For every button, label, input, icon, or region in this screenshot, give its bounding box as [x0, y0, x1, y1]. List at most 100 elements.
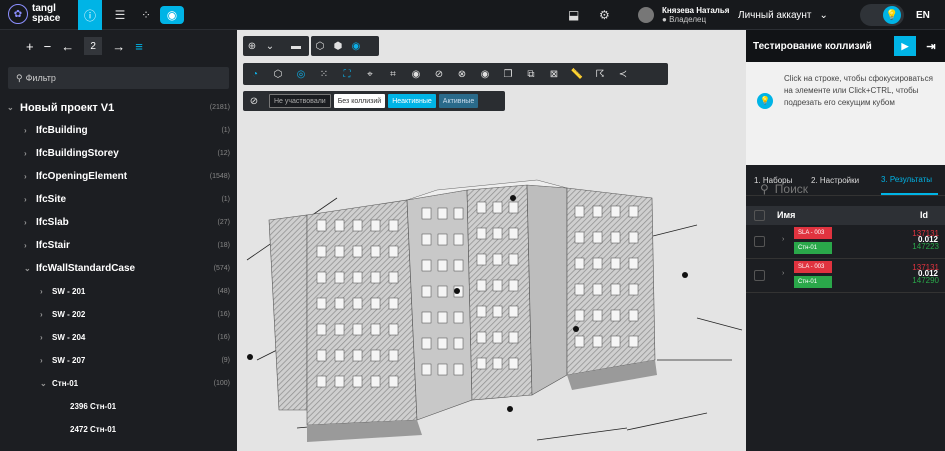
chevron-right-icon[interactable]: ›: [40, 333, 43, 342]
result-row[interactable]: › SLA - 003 Стн-01 137131 0.012 147223: [746, 225, 945, 259]
tree-item[interactable]: › IfcOpeningElement (1548): [0, 165, 237, 188]
play-button[interactable]: ▶: [894, 36, 916, 56]
ruler-icon[interactable]: 📏: [568, 65, 586, 83]
tab-settings[interactable]: 2. Настройки: [811, 165, 859, 195]
collision-view-icon[interactable]: ◉: [347, 37, 365, 55]
tree-item[interactable]: 2396 Стн-01: [0, 395, 237, 418]
chevron-right-icon[interactable]: ›: [24, 126, 27, 135]
tree-item[interactable]: ⌄ Стн-01 (100): [0, 372, 237, 395]
plus-icon[interactable]: +: [26, 39, 34, 54]
tree-item[interactable]: › IfcBuildingStorey (12): [0, 142, 237, 165]
gear-icon[interactable]: ⚙: [599, 0, 610, 30]
filter-input[interactable]: ⚲ Фильтр: [8, 67, 229, 89]
level-number[interactable]: 2: [84, 37, 103, 55]
model-window: [316, 219, 327, 232]
model-window: [352, 349, 363, 362]
row-checkbox[interactable]: [754, 236, 765, 247]
chevron-down-icon[interactable]: ⌄: [7, 103, 14, 112]
minus-icon[interactable]: −: [44, 39, 52, 54]
results-search-input[interactable]: ⚲ Поиск: [760, 182, 808, 196]
select-box-icon[interactable]: ⧉: [522, 65, 540, 83]
layers-icon[interactable]: ≡: [135, 39, 143, 54]
model-window: [476, 253, 487, 266]
tree-item[interactable]: › IfcStair (18): [0, 234, 237, 257]
chip-active[interactable]: Активные: [438, 94, 479, 108]
account-selector[interactable]: Личный аккаунт ⌄: [738, 0, 828, 30]
chevron-down-icon[interactable]: ⌄: [261, 37, 279, 55]
orbit-icon[interactable]: ⊕: [243, 37, 261, 55]
hexagon-icon[interactable]: ⬡: [269, 65, 287, 83]
chevron-right-icon[interactable]: ›: [24, 218, 27, 227]
chevron-right-icon[interactable]: ›: [24, 241, 27, 250]
export-icon[interactable]: ⇥: [922, 36, 940, 56]
chevron-down-icon[interactable]: ⌄: [40, 379, 47, 388]
tree-item[interactable]: ⌄ IfcWallStandardCase (574): [0, 257, 237, 280]
tree-item[interactable]: ⌄ Новый проект V1 (2181): [0, 96, 237, 119]
chevron-right-icon[interactable]: ›: [24, 149, 27, 158]
logo[interactable]: ✿ tangl space: [8, 4, 60, 24]
hide-icon[interactable]: ⊘: [430, 65, 448, 83]
tree-item[interactable]: › IfcSite (1): [0, 188, 237, 211]
model-window: [421, 363, 432, 376]
eye-icon[interactable]: ◉: [476, 65, 494, 83]
hide-layers-icon[interactable]: ⊠: [545, 65, 563, 83]
language-switch[interactable]: EN: [916, 0, 930, 30]
target-icon[interactable]: ◉: [407, 65, 425, 83]
collision-mode-icon[interactable]: ◉: [160, 6, 184, 24]
chevron-down-icon[interactable]: ⌄: [24, 264, 31, 273]
model-window: [352, 375, 363, 388]
isolate-hide-icon[interactable]: ⊗: [453, 65, 471, 83]
zoom-selected-icon[interactable]: ⌗: [384, 65, 402, 83]
hide-collisions-icon[interactable]: ⊘: [245, 92, 263, 110]
model-window: [610, 231, 621, 244]
chip-inactive[interactable]: Неактивные: [388, 94, 436, 108]
cube-icon[interactable]: ⬓: [568, 0, 579, 30]
chevron-right-icon[interactable]: ›: [40, 287, 43, 296]
row-checkbox[interactable]: [754, 270, 765, 281]
info-icon[interactable]: ⓘ: [78, 0, 102, 30]
col-name: Имя: [777, 210, 796, 220]
focus-icon[interactable]: ⌖: [361, 65, 379, 83]
tree-item[interactable]: › IfcSlab (27): [0, 211, 237, 234]
comment-icon[interactable]: ▬: [287, 37, 305, 55]
tree-item[interactable]: 2472 Стн-01: [0, 418, 237, 441]
chevron-right-icon[interactable]: ›: [40, 356, 43, 365]
chip-not-participated[interactable]: Не участвовали: [269, 94, 331, 108]
tree-item[interactable]: › IfcBuilding (1): [0, 119, 237, 142]
user-menu[interactable]: Князева Наталья ● Владелец: [638, 0, 729, 30]
layers-icon[interactable]: ❐: [499, 65, 517, 83]
fit-view-icon[interactable]: ⛶: [338, 65, 356, 83]
model-window: [628, 309, 639, 322]
arrow-left-icon[interactable]: ←: [61, 39, 74, 54]
share-icon[interactable]: ≺: [614, 65, 632, 83]
tree-item[interactable]: › SW - 207 (9): [0, 349, 237, 372]
chip-no-collisions[interactable]: Без коллизий: [333, 94, 386, 108]
walk-icon[interactable]: ☈: [591, 65, 609, 83]
model-window: [316, 323, 327, 336]
chevron-right-icon[interactable]: ›: [24, 195, 27, 204]
tree-item[interactable]: › SW - 202 (16): [0, 303, 237, 326]
cube-outline-icon[interactable]: ⬡: [311, 37, 329, 55]
tree-item-label: IfcStair: [36, 240, 70, 251]
chevron-right-icon[interactable]: ›: [40, 310, 43, 319]
grid-icon[interactable]: ⁘: [134, 0, 158, 30]
select-all-checkbox[interactable]: [754, 210, 765, 221]
3d-viewport[interactable]: ⊕ ⌄ ▬ ⬡ ⬢ ◉ ◔ ⬡ ◎ ⁙ ⛶ ⌖ ⌗ ◉ ⊘ ⊗ ◉ ❐ ⧉ ⊠ …: [237, 30, 746, 451]
list-icon[interactable]: ☰: [108, 0, 132, 30]
chevron-right-icon[interactable]: ›: [24, 172, 27, 181]
tab-results[interactable]: 3. Результаты: [881, 165, 939, 195]
arrow-right-icon[interactable]: →: [112, 39, 125, 54]
model-window: [388, 323, 399, 336]
cube-solid-icon[interactable]: ⬢: [329, 37, 347, 55]
theme-toggle[interactable]: 💡: [860, 4, 904, 26]
info-text: Click на строке, чтобы сфокусироваться н…: [784, 74, 933, 107]
gauge-icon[interactable]: ◔: [246, 65, 264, 83]
tree-item[interactable]: › SW - 204 (16): [0, 326, 237, 349]
globe-icon[interactable]: ◎: [292, 65, 310, 83]
result-row[interactable]: › SLA - 003 Стн-01 137131 0.012 147290: [746, 259, 945, 293]
chevron-right-icon[interactable]: ›: [782, 270, 784, 277]
chevron-right-icon[interactable]: ›: [782, 236, 784, 243]
tree-item[interactable]: › SW - 201 (48): [0, 280, 237, 303]
model-window: [437, 363, 448, 376]
dots-grid-icon[interactable]: ⁙: [315, 65, 333, 83]
